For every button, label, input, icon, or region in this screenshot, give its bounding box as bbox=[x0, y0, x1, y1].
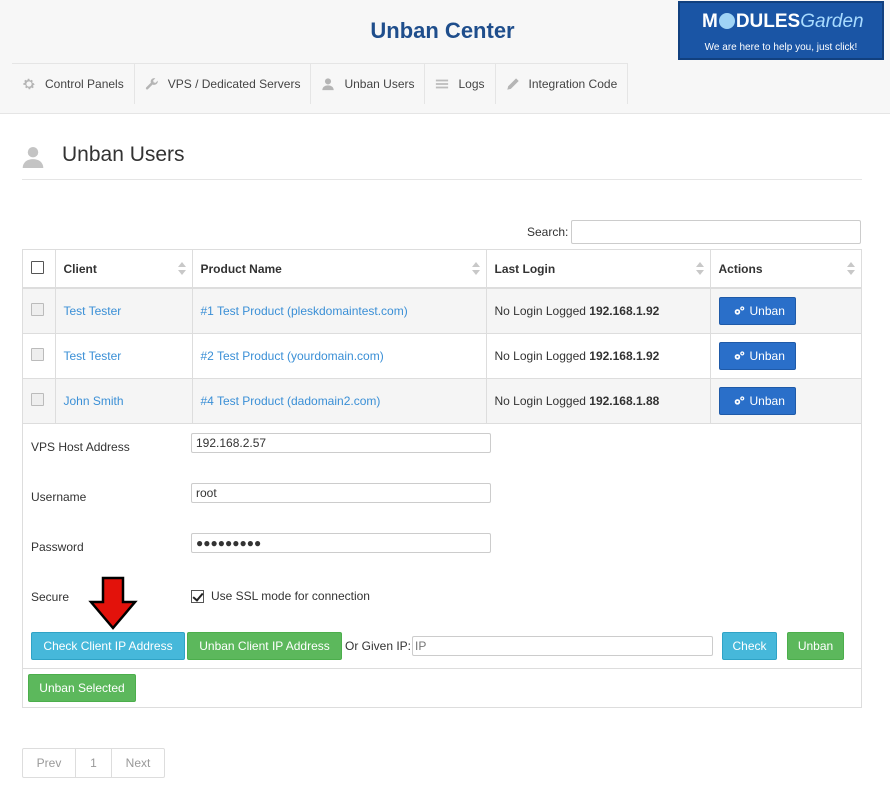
row-unban-button[interactable]: Unban bbox=[718, 341, 796, 370]
unban-client-ip-button[interactable]: Unban Client IP Address bbox=[187, 632, 342, 660]
sort-icon bbox=[695, 262, 704, 276]
nav-item-vps-dedicated[interactable]: VPS / Dedicated Servers bbox=[135, 64, 312, 104]
client-link[interactable]: Test Tester bbox=[64, 304, 122, 318]
nav-item-unban-users[interactable]: Unban Users bbox=[311, 64, 426, 104]
page-heading: Unban Users bbox=[22, 140, 862, 180]
check-client-ip-button[interactable]: Check Client IP Address bbox=[31, 632, 185, 660]
search-label: Search: bbox=[527, 225, 569, 239]
column-header-product[interactable]: Product Name bbox=[192, 250, 487, 289]
column-header-client[interactable]: Client bbox=[55, 250, 193, 289]
select-all-header bbox=[23, 250, 56, 289]
row-unban-button[interactable]: Unban bbox=[718, 296, 796, 325]
list-icon bbox=[436, 79, 449, 89]
row-checkbox[interactable] bbox=[31, 347, 44, 361]
product-link[interactable]: #4 Test Product (dadomain2.com) bbox=[201, 394, 381, 408]
username-label: Username bbox=[31, 490, 87, 504]
client-cell: Test Tester bbox=[55, 333, 193, 379]
nav-item-control-panels[interactable]: Control Panels bbox=[12, 64, 135, 104]
actions-cell: Unban bbox=[710, 288, 861, 334]
logo-circle-icon bbox=[718, 13, 735, 29]
sort-icon bbox=[471, 262, 480, 276]
table-row: John Smith #4 Test Product (dadomain2.co… bbox=[23, 378, 861, 424]
pagination-page-1[interactable]: 1 bbox=[76, 749, 112, 777]
secure-label: Secure bbox=[31, 590, 70, 604]
last-login-cell: No Login Logged 192.168.1.88 bbox=[486, 378, 711, 424]
row-select-cell bbox=[23, 378, 56, 424]
host-label: VPS Host Address bbox=[31, 440, 130, 454]
table-header-row: Client Product Name Last Login Actions bbox=[23, 250, 861, 289]
product-link[interactable]: #1 Test Product (pleskdomaintest.com) bbox=[201, 304, 408, 318]
nav-item-integration-code[interactable]: Integration Code bbox=[496, 64, 629, 104]
row-select-cell bbox=[23, 288, 56, 334]
client-link[interactable]: John Smith bbox=[64, 394, 124, 408]
brand-logo: M DULESGarden bbox=[702, 11, 864, 32]
client-link[interactable]: Test Tester bbox=[64, 349, 122, 363]
table-search: Search: bbox=[527, 220, 862, 244]
product-cell: #1 Test Product (pleskdomaintest.com) bbox=[192, 288, 487, 334]
column-header-last-login[interactable]: Last Login bbox=[486, 250, 711, 289]
last-login-cell: No Login Logged 192.168.1.92 bbox=[486, 333, 711, 379]
pagination: Prev 1 Next bbox=[22, 748, 165, 778]
users-table: Client Product Name Last Login Actions T… bbox=[23, 250, 861, 424]
search-input[interactable] bbox=[571, 220, 862, 244]
table-row: Test Tester #1 Test Product (pleskdomain… bbox=[23, 288, 861, 334]
wrench-icon bbox=[145, 78, 158, 90]
user-icon bbox=[22, 146, 44, 168]
product-link[interactable]: #2 Test Product (yourdomain.com) bbox=[201, 349, 384, 363]
page-title: Unban Users bbox=[62, 143, 185, 166]
modulesgarden-banner[interactable]: M DULESGarden We are here to help you, ju… bbox=[678, 1, 884, 60]
pagination-next[interactable]: Next bbox=[112, 749, 164, 777]
select-all-checkbox[interactable] bbox=[31, 260, 44, 274]
unban-selected-button[interactable]: Unban Selected bbox=[28, 674, 136, 702]
unban-given-ip-button[interactable]: Unban bbox=[787, 632, 844, 660]
panel-footer bbox=[23, 668, 861, 669]
username-input[interactable] bbox=[191, 483, 491, 503]
actions-cell: Unban bbox=[710, 378, 861, 424]
sort-icon bbox=[177, 262, 186, 276]
client-cell: Test Tester bbox=[55, 288, 193, 334]
gears-icon bbox=[734, 306, 744, 315]
nav-item-logs[interactable]: Logs bbox=[425, 64, 496, 104]
product-cell: #4 Test Product (dadomain2.com) bbox=[192, 378, 487, 424]
row-select-cell bbox=[23, 333, 56, 379]
last-login-cell: No Login Logged 192.168.1.92 bbox=[486, 288, 711, 334]
row-unban-button[interactable]: Unban bbox=[718, 386, 796, 415]
red-arrow-icon bbox=[88, 576, 138, 630]
gear-icon bbox=[23, 78, 35, 90]
brand-tagline: We are here to help you, just click! bbox=[704, 42, 858, 53]
client-cell: John Smith bbox=[55, 378, 193, 424]
user-icon bbox=[322, 78, 335, 91]
password-label: Password bbox=[31, 540, 84, 554]
unban-panel: Client Product Name Last Login Actions T… bbox=[22, 249, 862, 708]
table-row: Test Tester #2 Test Product (yourdomain.… bbox=[23, 333, 861, 379]
pencil-icon bbox=[506, 78, 519, 90]
top-header: Unban Center M DULESGarden We are here to… bbox=[0, 0, 890, 114]
gears-icon bbox=[734, 396, 744, 405]
actions-cell: Unban bbox=[710, 333, 861, 379]
row-checkbox[interactable] bbox=[31, 392, 44, 406]
ssl-option: Use SSL mode for connection bbox=[191, 589, 370, 603]
check-given-ip-button[interactable]: Check bbox=[722, 632, 777, 660]
column-header-actions[interactable]: Actions bbox=[710, 250, 861, 289]
gears-icon bbox=[734, 351, 744, 360]
product-cell: #2 Test Product (yourdomain.com) bbox=[192, 333, 487, 379]
given-ip-input[interactable] bbox=[412, 636, 713, 656]
pagination-prev[interactable]: Prev bbox=[23, 749, 76, 777]
sort-icon bbox=[847, 262, 855, 276]
host-address-input[interactable] bbox=[191, 433, 491, 453]
ssl-label: Use SSL mode for connection bbox=[211, 589, 370, 603]
given-ip-label: Or Given IP: bbox=[345, 639, 412, 653]
main-nav: Control Panels VPS / Dedicated Servers U… bbox=[12, 63, 629, 104]
password-input[interactable] bbox=[191, 533, 491, 553]
ssl-checkbox[interactable] bbox=[191, 589, 204, 603]
row-checkbox[interactable] bbox=[31, 302, 44, 316]
